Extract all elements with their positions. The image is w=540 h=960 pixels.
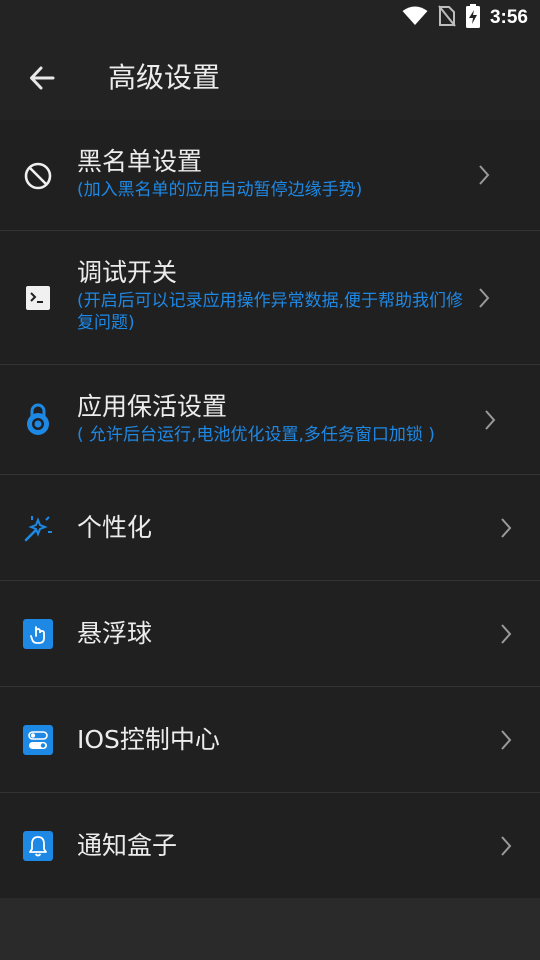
chevron-right-icon <box>498 516 514 540</box>
settings-item-text: 黑名单设置 (加入黑名单的应用自动暂停边缘手势) <box>77 145 477 201</box>
settings-item-floating-ball[interactable]: 悬浮球 <box>0 581 540 687</box>
app-bar: 高级设置 <box>0 36 540 120</box>
status-bar: 3:56 <box>0 0 540 36</box>
empty-area <box>0 898 540 960</box>
no-sim-icon <box>438 5 456 31</box>
block-icon <box>22 160 54 192</box>
chevron-right-icon <box>498 622 514 646</box>
app-screen: 3:56 高级设置 黑名单设置 (加入黑名单的应用自动暂停边缘手势) 调试开关 … <box>0 0 540 960</box>
settings-list: 黑名单设置 (加入黑名单的应用自动暂停边缘手势) 调试开关 (开启后可以记录应用… <box>0 120 540 899</box>
settings-item-keepalive[interactable]: 应用保活设置 ( 允许后台运行,电池优化设置,多任务窗口加锁 ) <box>0 365 540 475</box>
settings-item-title: 通知盒子 <box>77 831 178 860</box>
settings-item-notify-box[interactable]: 通知盒子 <box>0 793 540 899</box>
settings-item-ios-control[interactable]: IOS控制中心 <box>0 687 540 793</box>
settings-item-title: 应用保活设置 <box>77 392 228 421</box>
arrow-left-icon <box>30 66 55 90</box>
chevron-right-icon <box>498 728 514 752</box>
settings-item-text: 应用保活设置 ( 允许后台运行,电池优化设置,多任务窗口加锁 ) <box>77 390 487 446</box>
touch-icon <box>22 618 54 650</box>
toggles-icon <box>22 724 54 756</box>
settings-item-text: 个性化 <box>77 511 152 545</box>
settings-item-personalize[interactable]: 个性化 <box>0 475 540 581</box>
chevron-right-icon <box>482 408 498 432</box>
lock-icon <box>22 403 54 435</box>
settings-item-blacklist[interactable]: 黑名单设置 (加入黑名单的应用自动暂停边缘手势) <box>0 120 540 231</box>
settings-item-title: 调试开关 <box>77 258 178 287</box>
status-time: 3:56 <box>489 7 528 28</box>
magic-wand-icon <box>22 512 54 544</box>
wifi-icon <box>402 6 428 30</box>
settings-item-text: 通知盒子 <box>77 829 177 863</box>
settings-item-title: 悬浮球 <box>77 619 153 648</box>
battery-charging-icon <box>465 4 480 32</box>
settings-item-text: 调试开关 (开启后可以记录应用操作异常数据,便于帮助我们修复问题) <box>77 256 477 334</box>
settings-item-subtitle: (加入黑名单的应用自动暂停边缘手势) <box>77 180 363 200</box>
settings-item-subtitle: (开启后可以记录应用操作异常数据,便于帮助我们修复问题) <box>77 291 464 333</box>
settings-item-text: IOS控制中心 <box>77 723 220 757</box>
settings-item-title: IOS控制中心 <box>77 725 220 754</box>
settings-item-text: 悬浮球 <box>77 617 152 651</box>
chevron-right-icon <box>476 286 492 310</box>
settings-item-debug[interactable]: 调试开关 (开启后可以记录应用操作异常数据,便于帮助我们修复问题) <box>0 231 540 365</box>
status-icons: 3:56 <box>402 0 528 36</box>
terminal-icon <box>22 282 54 314</box>
chevron-right-icon <box>498 834 514 858</box>
page-title: 高级设置 <box>108 61 221 94</box>
settings-item-title: 黑名单设置 <box>77 147 203 176</box>
settings-item-title: 个性化 <box>77 513 153 542</box>
bell-icon <box>22 830 54 862</box>
settings-item-subtitle: ( 允许后台运行,电池优化设置,多任务窗口加锁 ) <box>77 425 435 445</box>
chevron-right-icon <box>476 163 492 187</box>
back-button[interactable] <box>18 54 66 102</box>
